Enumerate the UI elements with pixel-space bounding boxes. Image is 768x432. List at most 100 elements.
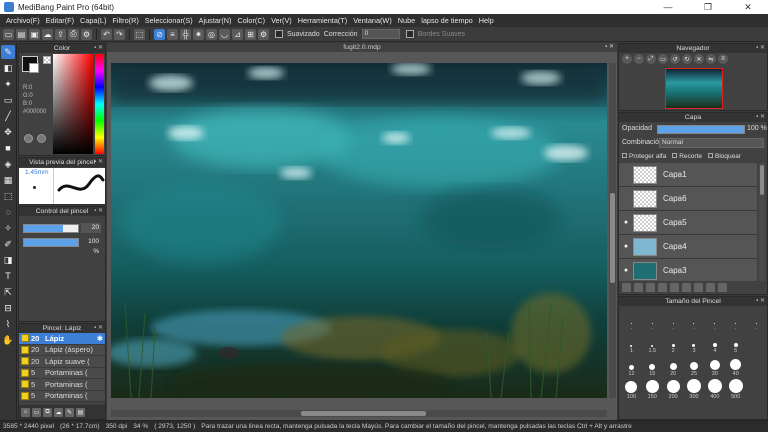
brush-size-option[interactable] [746,378,767,400]
layer-item[interactable]: Capa6 [619,187,757,211]
folder-layer-icon[interactable] [670,283,679,292]
menu-ajustar[interactable]: Ajustar(N) [196,16,235,25]
brush-size-option[interactable]: 300 [684,378,705,400]
menu-seleccionar[interactable]: Seleccionar(S) [142,16,196,25]
selection-icon[interactable]: ⬚ [134,28,145,40]
clip-checkbox[interactable]: Recorte [672,153,702,160]
protect-alpha-checkbox[interactable]: Proteger alfa [622,153,666,160]
brush-size-option[interactable]: 2 [663,332,684,354]
menu-help[interactable]: Help [476,16,497,25]
maximize-button[interactable]: ❐ [688,2,728,13]
brush-item[interactable]: 20 Lápiz ✱ [19,333,105,345]
brush-settings-icon[interactable]: ✱ [97,334,105,343]
brush-size-option[interactable] [746,332,767,354]
snap-off-icon[interactable]: ⊘ [154,28,165,40]
dot-tool-icon[interactable]: ✦ [1,77,15,91]
brush-size-option[interactable]: 1.5 [642,332,663,354]
panel-close-icon[interactable]: ▪ ✕ [94,158,103,167]
brush-size-option[interactable]: . [684,309,705,331]
perspective-snap-icon[interactable]: ⊿ [232,28,243,40]
layer-opacity-slider[interactable] [657,125,745,134]
brush-size-option[interactable]: 150 [642,378,663,400]
brush-size-option[interactable]: 100 [621,378,642,400]
panel-close-icon[interactable]: ▪ ✕ [756,113,765,122]
duplicate-layer-icon[interactable] [646,283,655,292]
correction-select[interactable]: 0 [361,29,400,39]
panel-close-icon[interactable]: ▪ ✕ [756,297,765,306]
layer-item[interactable]: ● Capa4 [619,235,757,259]
layer-up-icon[interactable] [682,283,691,292]
navigator-thumbnail[interactable] [665,68,723,109]
brush-opacity-slider[interactable] [23,238,79,247]
document-tab[interactable]: fugit2.0.mdp ▪ ✕ [107,43,617,52]
brush-edit-icon[interactable]: ✎ [65,407,74,417]
close-button[interactable]: ✕ [728,2,768,13]
menu-nube[interactable]: Nube [395,16,418,25]
brush-size-option[interactable]: . [746,309,767,331]
open-icon[interactable]: ▤ [16,28,27,40]
curve-snap-icon[interactable]: ◡ [219,28,230,40]
rotate-left-icon[interactable]: ↺ [670,54,680,64]
text-tool-icon[interactable]: T [1,269,15,283]
canvas-vertical-scrollbar[interactable] [609,63,616,398]
menu-filtro[interactable]: Filtro(R) [109,16,141,25]
brush-size-value[interactable]: 20 [81,223,101,233]
save-icon[interactable]: ▣ [29,28,40,40]
fill-rect-tool-icon[interactable]: ■ [1,141,15,155]
transparent-color-swatch[interactable] [43,56,51,64]
navigator-settings-icon[interactable]: ≡ [718,54,728,64]
menu-capa[interactable]: Capa(L) [77,16,109,25]
gradient-tool-icon[interactable]: ▦ [1,173,15,187]
divide-tool-icon[interactable]: ⊟ [1,301,15,315]
canvas-horizontal-scrollbar[interactable] [111,410,607,417]
layer-settings-icon[interactable] [706,283,715,292]
blend-mode-select[interactable]: Normal [659,138,764,148]
radial-snap-icon[interactable]: ✷ [193,28,204,40]
brush-size-option[interactable]: 12 [621,355,642,377]
menu-lapso[interactable]: lapso de tiempo [418,16,476,25]
flip-icon[interactable]: ⇋ [706,54,716,64]
layer-visibility-icon[interactable]: ● [619,267,633,274]
menu-ventana[interactable]: Ventana(W) [350,16,395,25]
settings-icon[interactable]: ⚙ [81,28,92,40]
scroll-thumb[interactable] [760,165,764,195]
share-icon[interactable]: ⇪ [55,28,66,40]
parallel-snap-icon[interactable]: ≡ [167,28,178,40]
new-file-icon[interactable]: ▭ [3,28,14,40]
brush-size-option[interactable]: 40 [725,355,746,377]
minimize-button[interactable]: — [648,2,688,13]
panel-close-icon[interactable]: ▪ ✕ [94,44,103,53]
bucket-tool-icon[interactable]: ◈ [1,157,15,171]
brush-size-option[interactable]: 4 [704,332,725,354]
drawing-canvas[interactable] [111,63,607,398]
line-tool-icon[interactable]: ╱ [1,109,15,123]
layer-visibility-icon[interactable]: ● [619,243,633,250]
panel-close-icon[interactable]: ▪ ✕ [94,207,103,216]
brush-opacity-value[interactable]: 100 % [81,237,101,255]
color-mode-icon[interactable] [37,134,46,143]
brush-size-option[interactable]: 3 [684,332,705,354]
fit-icon[interactable]: ⤢ [646,54,656,64]
brush-size-option[interactable]: 500 [725,378,746,400]
brush-item[interactable]: 20 Lápiz suave ( [19,356,105,368]
select-eraser-tool-icon[interactable]: ◨ [1,253,15,267]
brush-copy-icon[interactable]: ⧉ [43,407,52,417]
menu-ver[interactable]: Ver(V) [268,16,295,25]
export-icon[interactable]: ⎙ [68,28,79,40]
menu-editar[interactable]: Editar(F) [43,16,77,25]
reset-rotation-icon[interactable]: ✕ [694,54,704,64]
eyedropper-tool-icon[interactable]: ⌇ [1,317,15,331]
panel-close-icon[interactable]: ▪ ✕ [756,44,765,53]
brush-item[interactable]: 20 Lápiz (áspero) [19,344,105,356]
brush-size-option[interactable]: 200 [663,378,684,400]
zoom-in-icon[interactable]: + [622,54,632,64]
brush-new-icon[interactable]: ▭ [32,407,41,417]
layer-item[interactable]: ● Capa3 [619,259,757,281]
operation-tool-icon[interactable]: ⇱ [1,285,15,299]
select-tool-icon[interactable]: ⬚ [1,189,15,203]
layer-item[interactable]: ● Capa5 [619,211,757,235]
eraser-tool-icon[interactable]: ◧ [1,61,15,75]
scroll-thumb[interactable] [610,193,615,283]
delete-layer-icon[interactable] [718,283,727,292]
cloud-icon[interactable]: ☁ [42,28,53,40]
